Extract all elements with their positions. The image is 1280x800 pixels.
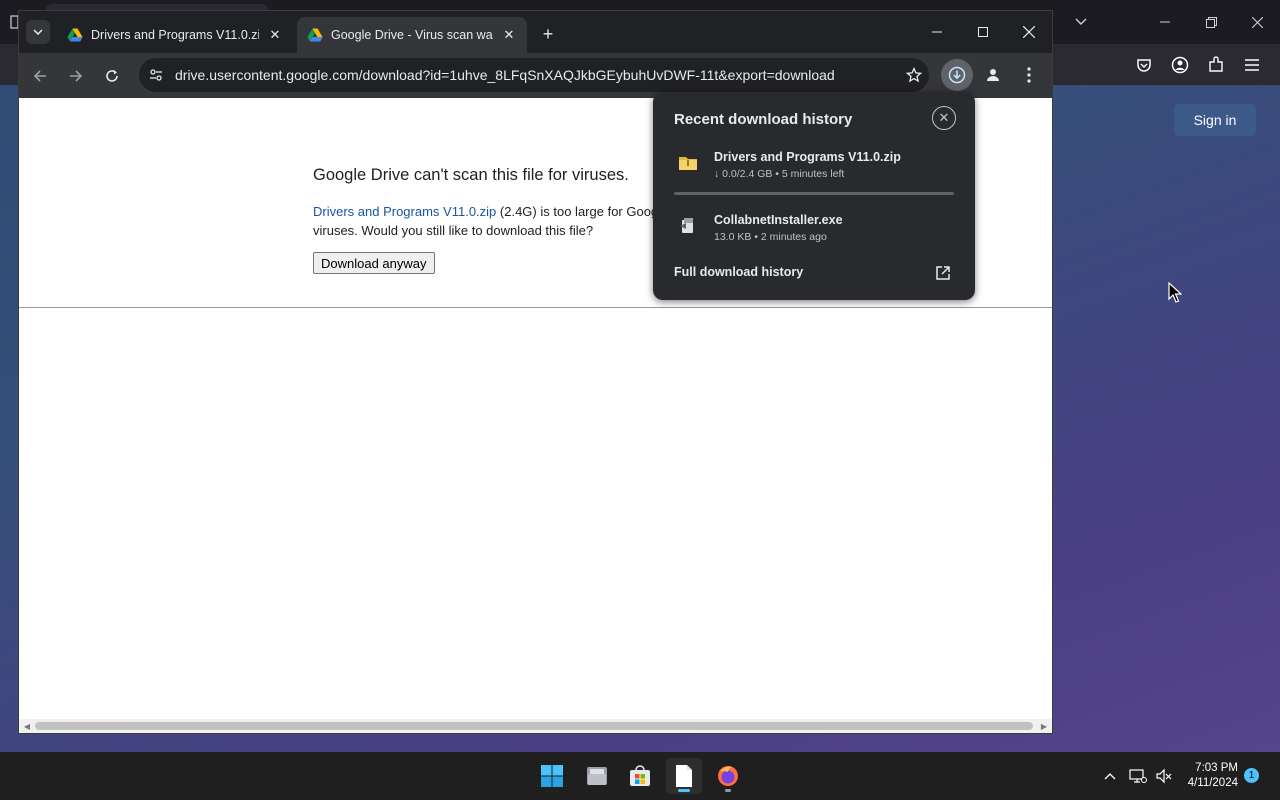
scroll-left-icon[interactable]: ◀ xyxy=(22,721,32,731)
tab-title: Drivers and Programs V11.0.zip xyxy=(91,28,259,42)
back-arrow-icon[interactable] xyxy=(27,63,53,89)
notification-badge[interactable]: 1 xyxy=(1244,768,1259,783)
sign-in-button[interactable]: Sign in xyxy=(1174,104,1256,136)
system-clock[interactable]: 7:03 PM 4/11/2024 xyxy=(1176,761,1238,791)
firefox-icon[interactable] xyxy=(710,758,746,794)
active-app-indicator xyxy=(678,789,690,792)
open-external-icon[interactable] xyxy=(934,264,952,282)
forward-arrow-icon[interactable] xyxy=(63,63,89,89)
download-status: 13.0 KB • 2 minutes ago xyxy=(714,231,827,243)
profile-icon[interactable] xyxy=(977,59,1009,91)
bg-minimize-icon[interactable] xyxy=(1142,0,1188,44)
list-all-tabs-icon[interactable] xyxy=(1070,12,1092,32)
bookmark-star-icon[interactable] xyxy=(899,60,929,90)
bg-close-icon[interactable] xyxy=(1234,0,1280,44)
minimize-icon[interactable] xyxy=(914,11,960,53)
popup-title: Recent download history xyxy=(674,111,853,128)
download-item[interactable]: Drivers and Programs V11.0.zip ↓ 0.0/2.4… xyxy=(674,150,956,190)
extensions-icon[interactable] xyxy=(1198,47,1234,83)
downloads-icon[interactable] xyxy=(941,59,973,91)
windows-start-icon[interactable] xyxy=(534,758,570,794)
show-hidden-icons-icon[interactable] xyxy=(1100,752,1120,800)
close-popup-icon[interactable]: ✕ xyxy=(932,106,956,130)
bg-restore-icon[interactable] xyxy=(1188,0,1234,44)
tab-search-icon[interactable] xyxy=(26,20,50,44)
download-filename: CollabnetInstaller.exe xyxy=(714,213,843,227)
close-tab-icon[interactable]: ✕ xyxy=(267,27,283,43)
network-icon[interactable] xyxy=(1127,752,1149,800)
taskbar: 7:03 PM 4/11/2024 xyxy=(0,752,1280,800)
microsoft-store-icon[interactable] xyxy=(622,758,658,794)
kebab-menu-icon[interactable] xyxy=(1013,59,1045,91)
url-text: drive.usercontent.google.com/download?id… xyxy=(175,67,835,83)
download-progress-bar xyxy=(674,192,954,195)
warning-paragraph: Drivers and Programs V11.0.zip (2.4G) is… xyxy=(313,202,733,240)
zip-folder-icon xyxy=(679,157,697,170)
google-drive-icon xyxy=(307,28,323,42)
tab-title: Google Drive - Virus scan warning xyxy=(331,28,493,42)
volume-muted-icon[interactable] xyxy=(1153,752,1175,800)
download-filename: Drivers and Programs V11.0.zip xyxy=(714,150,901,164)
tab-drivers-zip[interactable]: Drivers and Programs V11.0.zip ✕ xyxy=(57,17,293,53)
clock-time: 7:03 PM xyxy=(1195,762,1238,774)
download-status: ↓ 0.0/2.4 GB • 5 minutes left xyxy=(714,168,845,180)
pocket-icon[interactable] xyxy=(1126,47,1162,83)
running-app-indicator xyxy=(725,789,731,792)
maximize-icon[interactable] xyxy=(960,11,1006,53)
close-tab-icon[interactable]: ✕ xyxy=(501,27,517,43)
reload-icon[interactable] xyxy=(99,63,125,89)
installer-file-icon xyxy=(680,218,693,233)
warning-line2: viruses. Would you still like to downloa… xyxy=(313,223,594,238)
file-explorer-icon[interactable] xyxy=(579,758,615,794)
close-window-icon[interactable] xyxy=(1006,11,1052,53)
window-edge-icon xyxy=(0,10,19,32)
address-bar[interactable]: drive.usercontent.google.com/download?id… xyxy=(139,58,929,92)
google-drive-icon xyxy=(67,28,83,42)
download-anyway-button[interactable]: Download anyway xyxy=(313,252,435,274)
scroll-right-icon[interactable]: ▶ xyxy=(1039,721,1049,731)
file-link[interactable]: Drivers and Programs V11.0.zip xyxy=(313,204,496,219)
tab-virus-scan-warning[interactable]: Google Drive - Virus scan warning ✕ xyxy=(297,17,527,53)
notepad-icon[interactable] xyxy=(666,758,702,794)
file-size: (2.4G) xyxy=(499,204,537,219)
account-icon[interactable] xyxy=(1162,47,1198,83)
download-history-popup: Recent download history ✕ Drivers and Pr… xyxy=(653,92,975,300)
hamburger-menu-icon[interactable] xyxy=(1234,47,1270,83)
clock-date: 4/11/2024 xyxy=(1187,777,1238,789)
site-info-icon[interactable] xyxy=(139,58,173,92)
page-heading: Google Drive can't scan this file for vi… xyxy=(313,166,629,184)
tab-strip: Drivers and Programs V11.0.zip ✕ Google … xyxy=(19,11,1052,53)
download-item[interactable]: CollabnetInstaller.exe 13.0 KB • 2 minut… xyxy=(674,213,956,253)
new-tab-icon[interactable]: + xyxy=(537,23,559,45)
mouse-cursor-icon xyxy=(1168,282,1182,303)
divider xyxy=(19,307,1052,308)
horizontal-scrollbar[interactable]: ◀ ▶ xyxy=(19,719,1052,733)
scrollbar-thumb[interactable] xyxy=(35,722,1033,730)
full-download-history-link[interactable]: Full download history xyxy=(674,265,803,279)
